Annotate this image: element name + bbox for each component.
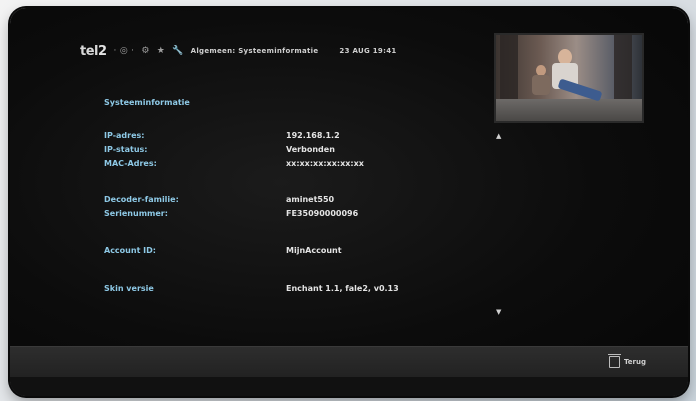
info-row-skin-version: Skin versie Enchant 1.1, fale2, v0.13: [104, 284, 399, 293]
top-navigation-bar: tel2 · ◎ · ⚙ ★ 🔧 Algemeen: Systeeminform…: [80, 42, 397, 60]
info-value: xx:xx:xx:xx:xx:xx: [286, 159, 364, 168]
info-value: FE35090000096: [286, 209, 359, 218]
section-title: Systeeminformatie: [104, 98, 190, 107]
info-row-account-id: Account ID: MijnAccount: [104, 246, 342, 255]
info-row-decoder-family: Decoder-familie: aminet550: [104, 195, 334, 204]
scroll-up-arrow-icon[interactable]: ▲: [496, 132, 501, 140]
scroll-down-arrow-icon[interactable]: ▼: [496, 308, 501, 316]
back-button-label: Terug: [623, 358, 646, 366]
back-button[interactable]: Terug: [607, 354, 646, 368]
info-label: IP-adres:: [104, 131, 145, 140]
info-label: Skin versie: [104, 284, 154, 293]
wrench-icon: 🔧: [172, 46, 184, 56]
footer-strip: [10, 377, 688, 396]
breadcrumb: Algemeen: Systeeminformatie: [190, 47, 319, 55]
trash-icon: [607, 354, 621, 368]
info-value: Verbonden: [286, 145, 335, 154]
settings-icon[interactable]: ⚙: [141, 46, 149, 56]
info-value: MijnAccount: [286, 246, 342, 255]
info-label: Account ID:: [104, 246, 156, 255]
info-label: Serienummer:: [104, 209, 168, 218]
info-row-serial-number: Serienummer: FE35090000096: [104, 209, 358, 218]
info-label: Decoder-familie:: [104, 195, 179, 204]
info-value: Enchant 1.1, fale2, v0.13: [286, 284, 399, 293]
info-label: MAC-Adres:: [104, 159, 157, 168]
live-tv-preview[interactable]: [494, 33, 644, 123]
info-value: 192.168.1.2: [286, 131, 340, 140]
nav-dots-icon[interactable]: · ◎ ·: [114, 46, 135, 56]
favorites-star-icon[interactable]: ★: [157, 46, 165, 56]
tv-screen: tel2 · ◎ · ⚙ ★ 🔧 Algemeen: Systeeminform…: [10, 8, 688, 396]
clock: 23 AUG 19:41: [339, 47, 397, 55]
info-row-ip-address: IP-adres: 192.168.1.2: [104, 131, 340, 140]
info-row-mac-address: MAC-Adres: xx:xx:xx:xx:xx:xx: [104, 159, 364, 168]
bottom-bar: Terug: [10, 346, 688, 377]
info-row-ip-status: IP-status: Verbonden: [104, 145, 335, 154]
info-label: IP-status:: [104, 145, 148, 154]
info-value: aminet550: [286, 195, 335, 204]
provider-logo: tel2: [80, 43, 107, 59]
